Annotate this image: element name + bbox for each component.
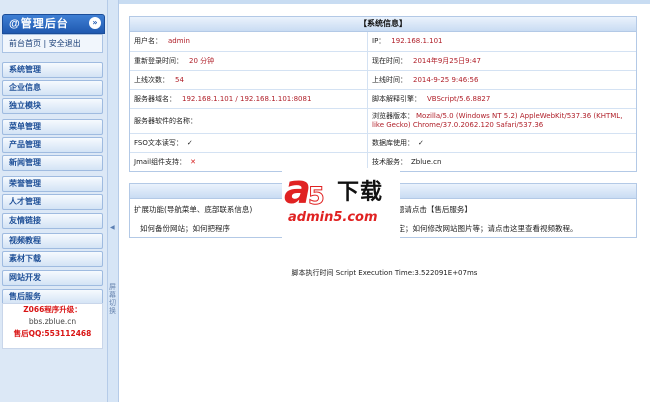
menu-system[interactable]: 系统管理 bbox=[2, 62, 103, 78]
jmail-label: Jmail组件支持： bbox=[134, 157, 187, 166]
home-link[interactable]: 前台首页 bbox=[9, 39, 41, 48]
quick-links: 前台首页 | 安全退出 bbox=[2, 34, 103, 53]
jmail-cross-icon: ✕ bbox=[190, 157, 196, 166]
domain-value: 192.168.1.101 / 192.168.1.101:8081 bbox=[182, 94, 312, 103]
support-box: Z066程序升级： bbs.zblue.cn 售后QQ:553112468 bbox=[2, 303, 103, 349]
menu-honors[interactable]: 荣誉管理 bbox=[2, 176, 103, 192]
menu-web-dev[interactable]: 网站开发 bbox=[2, 270, 103, 286]
watermark-brand: 下载 bbox=[337, 180, 384, 205]
collapse-arrow-icon[interactable]: ◀ bbox=[110, 224, 115, 231]
watermark-logo-a: a bbox=[284, 167, 311, 213]
screen-splitter[interactable]: ◀ 屏幕切换 bbox=[107, 0, 119, 402]
logout-link[interactable]: 安全退出 bbox=[49, 39, 81, 48]
script-execution-time: 脚本执行时间 Script Execution Time:3.522091E+0… bbox=[291, 269, 478, 277]
login-time-value: 2014-9-25 9:46:56 bbox=[413, 75, 479, 84]
link-separator: | bbox=[41, 39, 49, 48]
domain-label: 服务器域名： bbox=[134, 94, 176, 103]
fso-check-icon: ✓ bbox=[186, 138, 193, 147]
system-info-title: 【系统信息】 bbox=[130, 17, 636, 32]
menu-video-tutorials[interactable]: 视频教程 bbox=[2, 233, 103, 249]
watermark-url: admin5.com bbox=[288, 210, 378, 225]
splitter-label: 屏幕切换 bbox=[109, 283, 116, 315]
support-qq: 售后QQ:553112468 bbox=[13, 329, 92, 338]
after-sales-hint[interactable]: 问题请点击【售后服务】 bbox=[389, 205, 472, 214]
upgrade-text: Z066程序升级： bbox=[23, 305, 82, 314]
server-software-label: 服务器软件的名称： bbox=[134, 116, 197, 125]
menu-downloads[interactable]: 素材下载 bbox=[2, 251, 103, 267]
table-row: 服务器软件的名称： 浏览器版本： Mozilla/5.0 (Windows NT … bbox=[130, 108, 636, 134]
tech-service-value[interactable]: Zblue.cn bbox=[411, 158, 441, 166]
table-row: 服务器域名： 192.168.1.101 / 192.168.1.101:8081… bbox=[130, 89, 636, 109]
menu-modules[interactable]: 独立模块 bbox=[2, 98, 103, 114]
watermark-logo-5: 5 bbox=[308, 182, 326, 211]
help-line-2-left: 如何备份网站；如何把程序 bbox=[140, 224, 230, 233]
menu-products[interactable]: 产品管理 bbox=[2, 137, 103, 153]
relogin-value: 20 分钟 bbox=[189, 56, 215, 65]
fso-label: FSO文本读写： bbox=[134, 138, 183, 147]
table-row: 上线次数： 54 上线时间： 2014-9-25 9:46:56 bbox=[130, 70, 636, 90]
ip-label: IP： bbox=[372, 37, 386, 46]
username-value: admin bbox=[168, 37, 190, 46]
top-strip bbox=[119, 0, 650, 4]
script-engine-value: VBScript/5.6.8827 bbox=[427, 94, 491, 103]
browser-label: 浏览器版本： bbox=[372, 111, 414, 120]
login-count-value: 54 bbox=[175, 75, 184, 84]
admin5-watermark: a 5 下载 admin5.com bbox=[282, 168, 400, 238]
database-check-icon: ✓ bbox=[418, 138, 424, 147]
database-label: 数据库使用： bbox=[372, 138, 414, 147]
ip-value: 192.168.1.101 bbox=[391, 37, 443, 46]
relogin-label: 重新登录时间： bbox=[134, 56, 183, 65]
menu-menus[interactable]: 菜单管理 bbox=[2, 119, 103, 135]
tech-service-label: 技术服务： bbox=[372, 157, 407, 166]
system-info-table: 用户名： admin IP： 192.168.1.101 重新登录时间： 20 分钟 … bbox=[130, 32, 636, 171]
now-value: 2014年9月25日9:47 bbox=[413, 56, 481, 65]
table-row: 用户名： admin IP： 192.168.1.101 bbox=[130, 32, 636, 52]
support-site[interactable]: bbs.zblue.cn bbox=[3, 316, 102, 328]
help-line-1-left: 扩展功能(导航菜单、底部联系信息) bbox=[134, 205, 253, 214]
sidebar-title: @管理后台 bbox=[9, 18, 69, 30]
sidebar: @管理后台 » 前台首页 | 安全退出 系统管理 企业信息 独立模块 菜单管理 … bbox=[0, 0, 107, 402]
video-tutorial-hint[interactable]: 解析绑定；如何修改网站图片等；请点击这里查看视频教程。 bbox=[375, 224, 578, 233]
table-row: FSO文本读写： ✓ 数据库使用： ✓ bbox=[130, 133, 636, 153]
menu-talent[interactable]: 人才管理 bbox=[2, 194, 103, 210]
login-count-label: 上线次数： bbox=[134, 75, 169, 84]
sidebar-header: @管理后台 » bbox=[2, 14, 105, 34]
login-time-label: 上线时间： bbox=[372, 75, 407, 84]
now-label: 现在时间： bbox=[372, 56, 407, 65]
table-row: 重新登录时间： 20 分钟 现在时间： 2014年9月25日9:47 bbox=[130, 51, 636, 71]
menu-friend-links[interactable]: 友情链接 bbox=[2, 213, 103, 229]
script-engine-label: 脚本解释引擎： bbox=[372, 94, 421, 103]
menu-company-info[interactable]: 企业信息 bbox=[2, 80, 103, 96]
username-label: 用户名： bbox=[134, 37, 162, 46]
collapse-icon[interactable]: » bbox=[89, 17, 101, 29]
menu-news[interactable]: 新闻管理 bbox=[2, 155, 103, 171]
system-info-panel: 【系统信息】 用户名： admin IP： 192.168.1.101 重新登录时间… bbox=[129, 16, 637, 172]
